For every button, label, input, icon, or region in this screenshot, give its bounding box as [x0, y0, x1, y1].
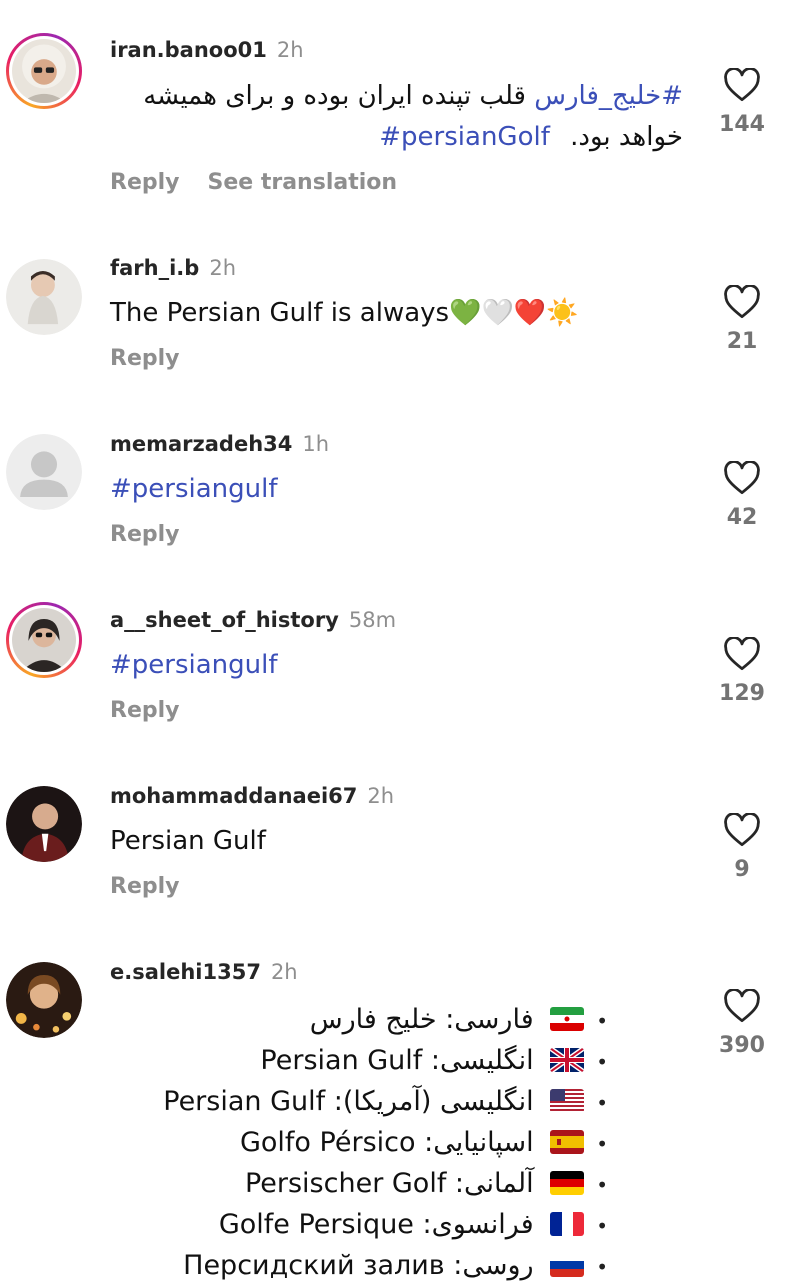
like-count: 21	[726, 329, 758, 354]
timestamp: 2h	[367, 784, 395, 808]
comment-actions: Reply	[110, 874, 208, 899]
like-count: 129	[719, 681, 765, 706]
list-item: • اسپانیایی: Golfo Pérsico	[239, 1127, 608, 1158]
comment-meta: e.salehi1357 2h	[110, 960, 298, 984]
language-label: آلمانی:	[454, 1168, 534, 1199]
comment-text: خواهد بود.	[570, 122, 683, 152]
reply-button[interactable]: Reply	[110, 698, 180, 723]
comment-text: The Persian Gulf is always💚🤍❤️☀️	[110, 298, 579, 328]
iran-flag	[550, 1006, 585, 1031]
hashtag[interactable]: #persiangulf	[110, 650, 278, 680]
like-count: 9	[734, 857, 750, 882]
like-control: 42	[712, 461, 772, 530]
hashtag[interactable]: #persiangulf	[110, 474, 278, 504]
heart-icon[interactable]	[723, 68, 761, 102]
comment-text: Persian Gulf	[110, 826, 266, 856]
comment-meta: a__sheet_of_history 58m	[110, 608, 396, 632]
like-control: 9	[712, 813, 772, 882]
username[interactable]: iran.banoo01	[110, 38, 267, 62]
france-flag	[550, 1211, 585, 1236]
avatar[interactable]	[6, 962, 82, 1038]
comment-actions: Reply See translation	[110, 170, 425, 195]
reply-button[interactable]: Reply	[110, 874, 180, 899]
language-label: انگلیسی (آمریکا):	[333, 1086, 534, 1117]
list-item: • انگلیسی: Persian Gulf	[260, 1045, 608, 1076]
like-control: 390	[712, 989, 772, 1058]
language-value: Golfo Pérsico	[239, 1127, 416, 1158]
language-value: خلیج فارس	[309, 1004, 437, 1035]
list-item: • فرانسوی: Golfe Persique	[218, 1209, 608, 1240]
timestamp: 58m	[348, 608, 397, 632]
language-list: • فارسی: خلیج فارس • انگلیسی: Persian Gu…	[163, 999, 608, 1286]
username[interactable]: e.salehi1357	[110, 960, 261, 984]
germany-flag	[550, 1170, 585, 1195]
comment-meta: farh_i.b 2h	[110, 256, 236, 280]
language-label: فرانسوی:	[422, 1209, 534, 1240]
heart-icon[interactable]	[723, 285, 761, 319]
language-label: انگلیسی:	[430, 1045, 534, 1076]
language-value: Персидский залив	[183, 1250, 445, 1281]
list-item: • انگلیسی (آمریکا): Persian Gulf	[163, 1086, 608, 1117]
like-count: 144	[719, 112, 765, 137]
comment-meta: memarzadeh34 1h	[110, 432, 329, 456]
language-value: Persischer Golf	[244, 1168, 447, 1199]
username[interactable]: a__sheet_of_history	[110, 608, 339, 632]
timestamp: 2h	[270, 960, 298, 984]
default-avatar-icon[interactable]	[6, 434, 82, 510]
like-control: 129	[712, 637, 772, 706]
heart-icon[interactable]	[723, 813, 761, 847]
uk-flag	[550, 1047, 585, 1072]
language-value: Persian Gulf	[163, 1086, 326, 1117]
list-item: • آلمانی: Persischer Golf	[244, 1168, 608, 1199]
comment-actions: Reply	[110, 522, 208, 547]
avatar[interactable]	[6, 786, 82, 862]
spain-flag	[550, 1129, 585, 1154]
us-flag	[550, 1088, 585, 1113]
comment-actions: Reply	[110, 698, 208, 723]
russia-flag	[550, 1252, 585, 1277]
reply-button[interactable]: Reply	[110, 346, 180, 371]
comment-text: قلب تپنده ایران بوده و برای همیشه	[143, 81, 526, 111]
avatar[interactable]	[6, 33, 82, 109]
username[interactable]: memarzadeh34	[110, 432, 292, 456]
language-value: Golfe Persique	[218, 1209, 414, 1240]
list-item: • فارسی: خلیج فارس	[309, 1004, 608, 1035]
like-count: 390	[719, 1033, 765, 1058]
hashtag[interactable]: persianGolf#	[379, 122, 550, 152]
heart-icon[interactable]	[723, 461, 761, 495]
comment-meta: iran.banoo01 2h	[110, 38, 304, 62]
reply-button[interactable]: Reply	[110, 522, 180, 547]
heart-icon[interactable]	[723, 637, 761, 671]
username[interactable]: farh_i.b	[110, 256, 199, 280]
avatar[interactable]	[6, 602, 82, 678]
language-label: اسپانیایی:	[424, 1127, 534, 1158]
comment-meta: mohammaddanaei67 2h	[110, 784, 394, 808]
hashtag[interactable]: #خلیج_فارس	[534, 81, 683, 111]
timestamp: 2h	[276, 38, 304, 62]
heart-icon[interactable]	[723, 989, 761, 1023]
comment-text-line-1: #خلیج_فارس قلب تپنده ایران بوده و برای ه…	[143, 81, 683, 111]
like-control: 21	[712, 285, 772, 354]
avatar[interactable]	[6, 259, 82, 335]
language-label: روسی:	[453, 1250, 534, 1281]
language-label: فارسی:	[445, 1004, 534, 1035]
comment-text-line-2: خواهد بود. persianGolf#	[379, 122, 683, 152]
reply-button[interactable]: Reply	[110, 170, 180, 195]
username[interactable]: mohammaddanaei67	[110, 784, 357, 808]
like-control: 144	[712, 68, 772, 137]
language-value: Persian Gulf	[260, 1045, 423, 1076]
timestamp: 1h	[302, 432, 330, 456]
see-translation-button[interactable]: See translation	[208, 170, 398, 195]
timestamp: 2h	[209, 256, 236, 280]
comment-actions: Reply	[110, 346, 208, 371]
like-count: 42	[726, 505, 758, 530]
